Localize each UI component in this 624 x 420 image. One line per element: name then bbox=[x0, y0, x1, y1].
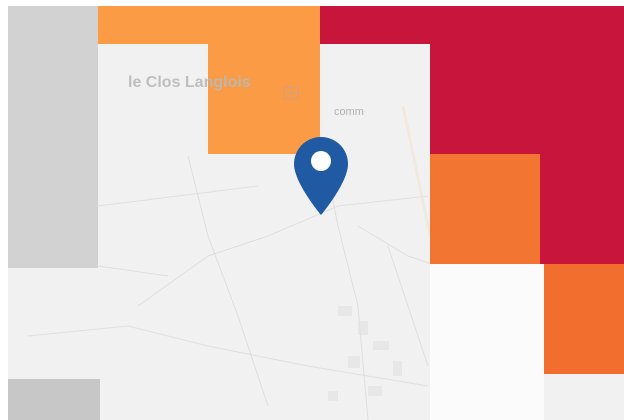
choropleth-map[interactable]: le Clos Langlois comm bbox=[8, 6, 624, 420]
place-label: le Clos Langlois bbox=[128, 74, 251, 91]
cell-crimson-right[interactable] bbox=[430, 44, 624, 154]
cell-orange-middle[interactable] bbox=[430, 154, 540, 264]
cell-light-orange-top[interactable] bbox=[98, 6, 320, 44]
cell-grey-bottom-left[interactable] bbox=[8, 379, 100, 420]
location-pin-icon[interactable] bbox=[292, 135, 350, 217]
cell-crimson-top[interactable] bbox=[320, 6, 624, 44]
building-icon bbox=[283, 86, 299, 105]
cell-orange-bottom-right[interactable] bbox=[544, 264, 624, 374]
cell-white-area[interactable] bbox=[430, 264, 544, 420]
secondary-label: comm bbox=[334, 106, 364, 118]
cell-crimson-far-right[interactable] bbox=[540, 154, 624, 264]
cell-grey-left[interactable] bbox=[8, 6, 98, 268]
